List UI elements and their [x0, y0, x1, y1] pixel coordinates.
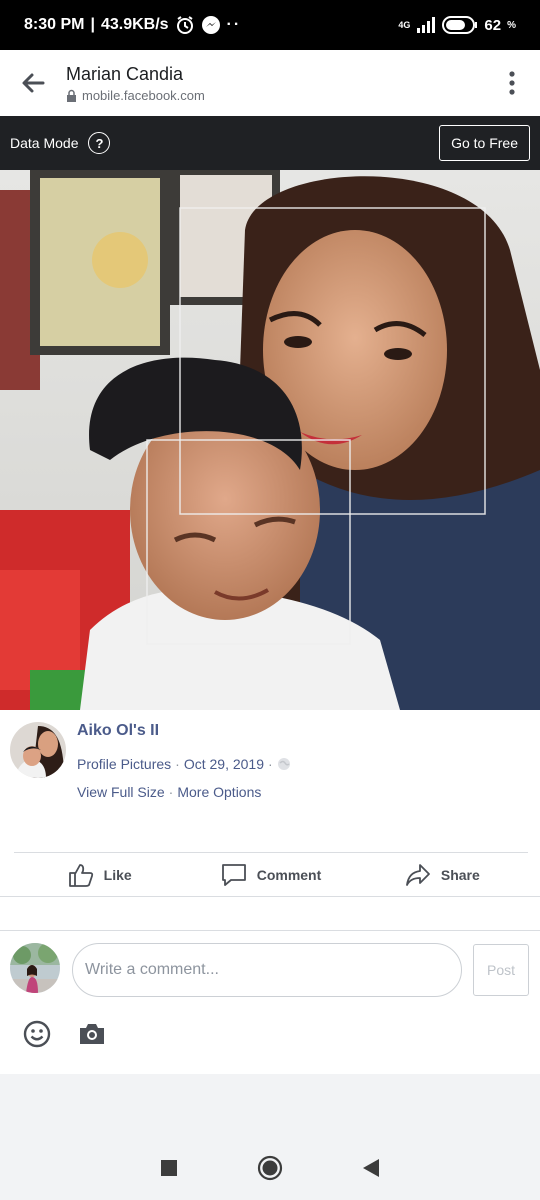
album-link[interactable]: Profile Pictures — [77, 756, 171, 772]
share-button[interactable]: Share — [357, 853, 528, 896]
comment-input[interactable] — [72, 943, 462, 997]
thumbs-up-icon — [68, 863, 93, 887]
post-comment-button[interactable]: Post — [473, 944, 529, 996]
recents-square-icon[interactable] — [160, 1159, 178, 1177]
owner-name[interactable]: Aiko Ol's II — [77, 722, 159, 740]
signal-icon — [417, 17, 436, 33]
camera-icon — [80, 1024, 104, 1044]
arrow-left-icon — [22, 73, 45, 93]
data-mode-label: Data Mode — [10, 135, 79, 151]
comment-icon — [221, 863, 246, 886]
emoji-button[interactable] — [22, 1019, 52, 1049]
action-bar: Like Comment Share — [14, 852, 528, 896]
post-photo[interactable] — [0, 170, 540, 710]
owner-avatar[interactable] — [10, 722, 66, 778]
more-dots-icon: ·· — [226, 16, 242, 33]
battery-icon — [442, 16, 478, 34]
like-label: Like — [103, 866, 132, 883]
lock-icon — [67, 89, 76, 102]
user-avatar[interactable] — [10, 943, 60, 993]
share-icon — [405, 863, 430, 886]
overflow-menu-button[interactable] — [484, 50, 540, 116]
smiley-icon — [23, 1020, 51, 1048]
like-button[interactable]: Like — [14, 853, 185, 896]
more-vertical-icon — [509, 71, 515, 95]
page-footer-area — [0, 1074, 540, 1136]
camera-button[interactable] — [78, 1021, 106, 1047]
comment-section: Post — [0, 930, 540, 1074]
back-button[interactable] — [0, 50, 66, 116]
page-title: Marian Candia — [66, 63, 184, 84]
help-icon[interactable]: ? — [88, 132, 111, 154]
alarm-icon — [176, 16, 193, 34]
more-options-link[interactable]: More Options — [177, 784, 261, 800]
go-to-free-button[interactable]: Go to Free — [439, 125, 530, 161]
comment-label: Comment — [256, 866, 322, 883]
browser-toolbar: Marian Candia mobile.facebook.com — [0, 50, 540, 116]
battery-level: 62 — [484, 16, 502, 34]
post-meta: Aiko Ol's II Profile Pictures · Oct 29, … — [0, 710, 540, 852]
network-type: 4G — [398, 20, 411, 30]
share-label: Share — [440, 866, 480, 883]
network-speed: 43.9KB/s — [100, 16, 169, 33]
globe-icon — [277, 758, 290, 770]
view-full-size-link[interactable]: View Full Size — [77, 784, 165, 800]
status-time: 8:30 PM — [24, 16, 85, 33]
data-mode-bar: Data Mode ? Go to Free — [0, 116, 540, 170]
home-circle-icon[interactable] — [257, 1155, 283, 1181]
back-triangle-icon[interactable] — [362, 1158, 380, 1178]
messenger-icon — [201, 16, 220, 34]
url-text[interactable]: mobile.facebook.com — [82, 88, 205, 103]
status-bar: 8:30 PM | 43.9KB/s ·· 4G 62 % — [0, 0, 540, 50]
system-nav-bar — [0, 1136, 540, 1200]
divider — [0, 896, 540, 897]
comment-button[interactable]: Comment — [185, 853, 356, 896]
photo-image — [0, 170, 540, 710]
post-date[interactable]: Oct 29, 2019 — [184, 756, 264, 772]
